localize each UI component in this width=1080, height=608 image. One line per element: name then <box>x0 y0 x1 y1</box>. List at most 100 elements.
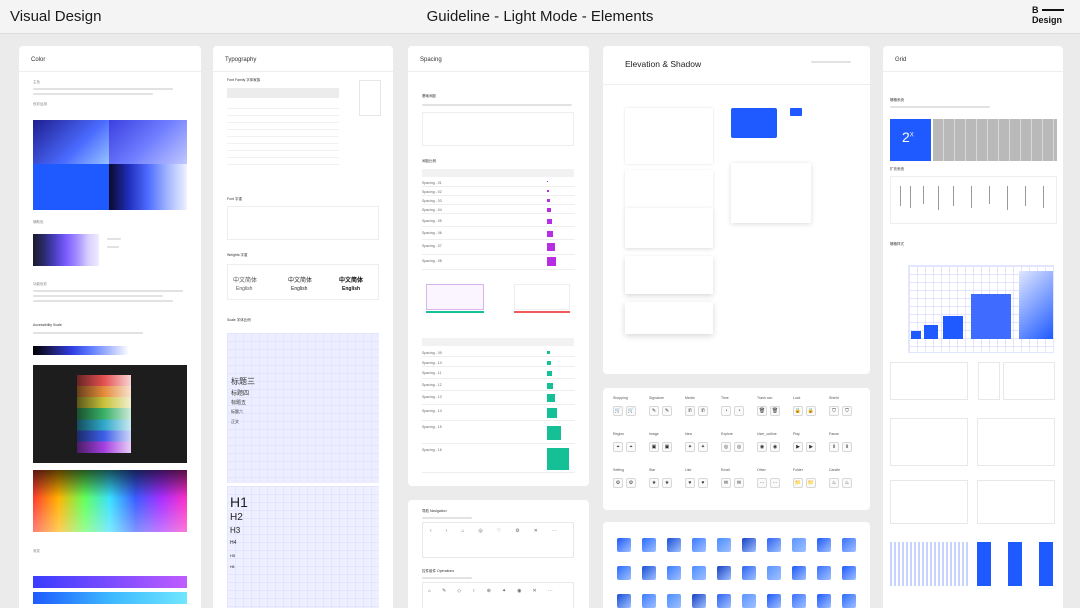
colored-app-icon[interactable] <box>842 566 856 580</box>
colored-app-icon[interactable] <box>767 538 781 552</box>
icon-outline-glyph[interactable]: ★ <box>662 478 672 488</box>
icon-outline-glyph[interactable]: ◉ <box>757 442 767 452</box>
h1-sample: H1 <box>230 494 248 510</box>
icons-color-card[interactable] <box>603 522 870 608</box>
icons-outline-card[interactable]: Shopping 🛒 🛒 Signature ✎ ✎ Media ✆ ✆ Time ◔ ◔ Trash … <box>603 388 870 510</box>
icon-outline-glyph[interactable]: ♨ <box>842 478 852 488</box>
icon-outline-glyph[interactable]: ✆ <box>698 406 708 416</box>
icon-outline-glyph[interactable]: ★ <box>649 478 659 488</box>
icon-outline-glyph[interactable]: ⌖ <box>613 442 623 452</box>
colored-app-icon[interactable] <box>792 538 806 552</box>
colored-app-icon[interactable] <box>617 538 631 552</box>
spacing-card[interactable]: Spacing 基础间距 间距比例 Spacing - 01 Spacing -… <box>408 46 589 486</box>
colored-app-icon[interactable] <box>642 566 656 580</box>
icon-outline-glyph[interactable]: ▶ <box>793 442 803 452</box>
logo-bar <box>1042 9 1064 11</box>
icon-outline-glyph[interactable]: ⛉ <box>842 406 852 416</box>
icon-outline-glyph[interactable]: ◉ <box>770 442 780 452</box>
colored-app-icon[interactable] <box>842 538 856 552</box>
spacing-swatch-green <box>547 448 569 470</box>
colored-app-icon[interactable] <box>742 566 756 580</box>
icon-outline-glyph[interactable]: ⛉ <box>829 406 839 416</box>
colored-app-icon[interactable] <box>817 566 831 580</box>
icon-outline-glyph[interactable]: Ⅱ <box>842 442 852 452</box>
card-header-divider <box>213 71 393 72</box>
colored-app-icon[interactable] <box>717 594 731 608</box>
navigation-card[interactable]: 导航 Navigation ‹›⌂◎♡⚙✕⋯ 控件组件 Operations ⌂… <box>408 500 589 608</box>
colored-app-icon[interactable] <box>717 538 731 552</box>
icon-outline-glyph[interactable]: 🔒 <box>806 406 816 416</box>
colored-app-icon[interactable] <box>667 538 681 552</box>
icon-outline-glyph[interactable]: ▶ <box>806 442 816 452</box>
icon-outline-glyph[interactable]: ◔ <box>734 406 744 416</box>
colored-app-icon[interactable] <box>742 594 756 608</box>
icon-outline-glyph[interactable]: ✦ <box>685 442 695 452</box>
icon-outline-glyph[interactable]: ✆ <box>685 406 695 416</box>
icon-outline-glyph[interactable]: ✦ <box>698 442 708 452</box>
spacing-swatch <box>547 190 549 192</box>
colored-app-icon[interactable] <box>767 566 781 580</box>
icon-outline-glyph[interactable]: ▣ <box>662 442 672 452</box>
colored-app-icon[interactable] <box>842 594 856 608</box>
icon-outline-glyph[interactable]: ✉ <box>734 478 744 488</box>
icon-outline-glyph[interactable]: ◎ <box>734 442 744 452</box>
font-family-sample <box>227 88 339 98</box>
icon-outline-glyph[interactable]: ⚙ <box>626 478 636 488</box>
icon-label: Star <box>649 468 656 472</box>
icon-outline-glyph[interactable]: 🗑 <box>770 406 780 416</box>
icon-outline-glyph[interactable]: ◎ <box>721 442 731 452</box>
card-header-divider <box>408 71 589 72</box>
icon-outline-glyph[interactable]: 🛒 <box>626 406 636 416</box>
gradient-heat-overlay <box>33 470 187 532</box>
colored-app-icon[interactable] <box>692 594 706 608</box>
icon-outline-glyph[interactable]: ⚙ <box>613 478 623 488</box>
elevation-card[interactable]: Elevation & Shadow <box>603 46 870 374</box>
colored-app-icon[interactable] <box>642 538 656 552</box>
colored-app-icon[interactable] <box>667 594 681 608</box>
grid-bar <box>953 186 954 206</box>
icon-outline-glyph[interactable]: ⋯ <box>757 478 767 488</box>
colored-app-icon[interactable] <box>767 594 781 608</box>
colored-app-icon[interactable] <box>692 566 706 580</box>
colored-app-icon[interactable] <box>692 538 706 552</box>
icon-outline-glyph[interactable]: ◔ <box>721 406 731 416</box>
colored-app-icon[interactable] <box>817 594 831 608</box>
operations-bar-sample[interactable] <box>422 582 574 608</box>
icon-label: Email <box>721 468 730 472</box>
colored-app-icon[interactable] <box>667 566 681 580</box>
colored-app-icon[interactable] <box>717 566 731 580</box>
scale-heading-4: 标题四 <box>231 391 250 397</box>
colored-app-icon[interactable] <box>642 594 656 608</box>
icon-outline-glyph[interactable]: 📁 <box>793 478 803 488</box>
colored-app-icon[interactable] <box>817 538 831 552</box>
icon-outline-glyph[interactable]: 📁 <box>806 478 816 488</box>
color-card[interactable]: Color 主色 色彩运用 辅助色 功能色彩 Accessibility Sca… <box>19 46 201 608</box>
icon-outline-glyph[interactable]: ✎ <box>662 406 672 416</box>
spacing-demo-box <box>426 284 484 310</box>
colored-app-icon[interactable] <box>617 594 631 608</box>
icon-label: Like <box>685 468 692 472</box>
primary-gradient-swatch <box>109 120 187 164</box>
icon-outline-glyph[interactable]: ♥ <box>685 478 695 488</box>
icon-outline-glyph[interactable]: ⌖ <box>626 442 636 452</box>
section-label: 栅格样式 <box>890 242 904 246</box>
icon-outline-glyph[interactable]: ⋯ <box>770 478 780 488</box>
icon-outline-glyph[interactable]: 🔒 <box>793 406 803 416</box>
icon-outline-glyph[interactable]: ✎ <box>649 406 659 416</box>
icon-outline-glyph[interactable]: Ⅱ <box>829 442 839 452</box>
icon-outline-glyph[interactable]: ♥ <box>698 478 708 488</box>
grid-card[interactable]: Grid 栅格系统 2X 扩充系统 栅格样式 <box>883 46 1063 608</box>
colored-app-icon[interactable] <box>792 594 806 608</box>
icon-outline-glyph[interactable]: ♨ <box>829 478 839 488</box>
text-line <box>107 246 119 248</box>
grid-growth-block <box>1019 271 1053 339</box>
colored-app-icon[interactable] <box>742 538 756 552</box>
colored-app-icon[interactable] <box>617 566 631 580</box>
icon-outline-glyph[interactable]: ▣ <box>649 442 659 452</box>
typography-card[interactable]: Typography Font Family 字体家族 Font 字重 Weig… <box>213 46 393 608</box>
colored-app-icon[interactable] <box>792 566 806 580</box>
spacing-swatch-green <box>547 371 552 376</box>
icon-outline-glyph[interactable]: 🗑 <box>757 406 767 416</box>
icon-outline-glyph[interactable]: 🛒 <box>613 406 623 416</box>
icon-outline-glyph[interactable]: ✉ <box>721 478 731 488</box>
